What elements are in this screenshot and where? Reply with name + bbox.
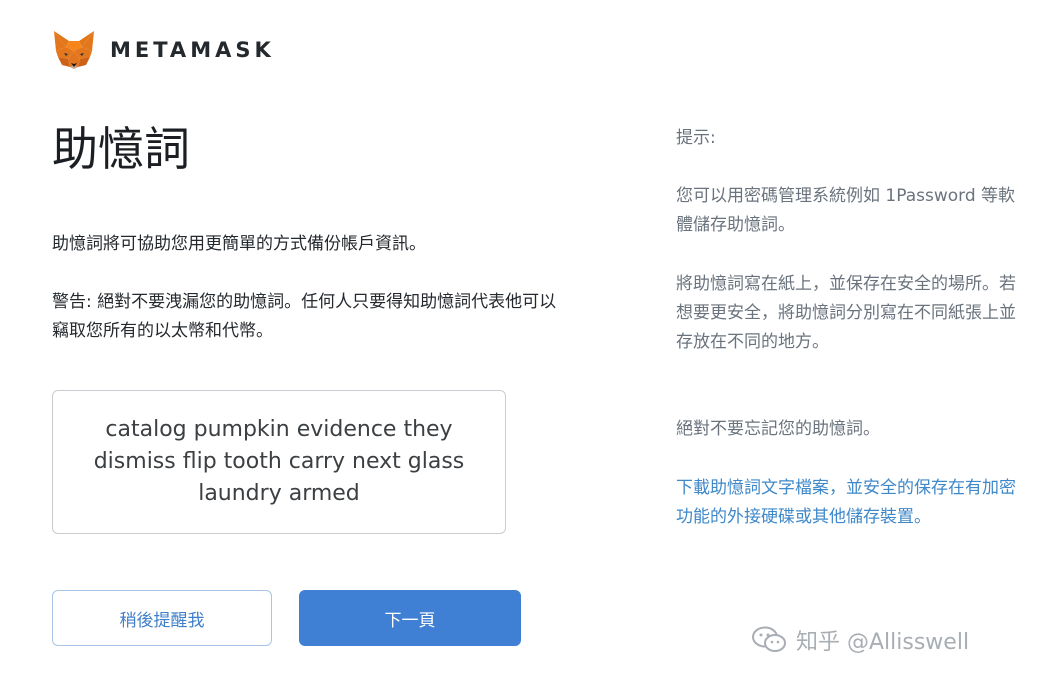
tip-never-forget: 絕對不要忘記您的助憶詞。 (676, 419, 880, 439)
wechat-icon (752, 626, 786, 652)
seed-phrase-text: catalog pumpkin evidence they dismiss fl… (93, 417, 465, 506)
page: METAMASK 助憶詞 助憶詞將可協助您用更簡單的方式備份帳戶資訊。 警告: … (0, 0, 1050, 692)
watermark-text: 知乎 @Allisswell (796, 630, 970, 655)
download-phrase-link[interactable]: 下載助憶詞文字檔案，並安全的保存在有加密功能的外接硬碟或其他儲存裝置。 (676, 474, 1016, 532)
watermark: 知乎 @Allisswell (752, 624, 969, 656)
header: METAMASK (52, 29, 275, 71)
tip-write-on-paper: 將助憶詞寫在紙上，並保存在安全的場所。若想要更安全，將助憶詞分別寫在不同紙張上並… (676, 274, 1016, 352)
tips-heading: 提示: (676, 128, 716, 148)
description-text: 助憶詞將可協助您用更簡單的方式備份帳戶資訊。 (52, 234, 426, 254)
brand-name: METAMASK (110, 38, 275, 62)
warning-text: 警告: 絕對不要洩漏您的助憶詞。任何人只要得知助憶詞代表他可以竊取您所有的以太幣… (52, 292, 557, 341)
next-button[interactable]: 下一頁 (299, 590, 521, 646)
tip-password-manager: 您可以用密碼管理系統例如 1Password 等軟體儲存助憶詞。 (676, 186, 1016, 235)
remind-later-button[interactable]: 稍後提醒我 (52, 590, 272, 646)
page-title: 助憶詞 (52, 122, 190, 176)
seed-phrase-box: catalog pumpkin evidence they dismiss fl… (52, 390, 506, 534)
metamask-fox-icon (54, 31, 94, 69)
